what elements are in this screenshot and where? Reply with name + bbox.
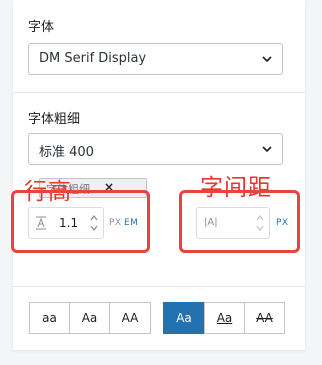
- divider: [13, 92, 305, 93]
- decoration-none-label: Aa: [176, 311, 192, 325]
- strikethrough-label: AA: [256, 311, 273, 325]
- spinner-arrows-icon[interactable]: [255, 212, 265, 234]
- spinner-arrows-icon[interactable]: [89, 212, 99, 234]
- unit-px-toggle[interactable]: PX: [109, 218, 122, 228]
- font-family-label: 字体: [28, 20, 55, 35]
- font-family-select[interactable]: DM Serif Display: [28, 43, 283, 75]
- decoration-none-button[interactable]: Aa: [163, 302, 205, 334]
- letter-spacing-input[interactable]: |A|: [196, 207, 270, 239]
- font-weight-label: 字体粗细: [28, 112, 81, 127]
- chevron-down-icon: [262, 56, 272, 63]
- chevron-down-icon: [262, 146, 272, 153]
- uppercase-label: AA: [121, 311, 139, 325]
- uppercase-button[interactable]: AA: [109, 302, 151, 334]
- lowercase-label: aa: [42, 311, 57, 325]
- line-height-value: 1.1: [59, 216, 79, 230]
- typography-panel: 字体 DM Serif Display 字体粗细 标准 400 字体粗细 × 行…: [11, 0, 305, 350]
- lowercase-button[interactable]: aa: [29, 302, 70, 334]
- underline-button[interactable]: Aa: [204, 302, 245, 334]
- line-height-icon: [36, 216, 46, 230]
- line-height-input[interactable]: 1.1: [28, 207, 104, 239]
- strikethrough-button[interactable]: AA: [244, 302, 285, 334]
- unit-px-toggle[interactable]: PX: [276, 218, 289, 228]
- font-weight-value: 标准 400: [39, 145, 94, 160]
- unit-em-toggle[interactable]: EM: [124, 218, 138, 228]
- underline-label: Aa: [216, 311, 233, 325]
- letter-spacing-icon: |A|: [204, 217, 218, 228]
- font-family-value: DM Serif Display: [39, 51, 147, 66]
- capitalize-button[interactable]: Aa: [69, 302, 110, 334]
- capitalize-label: Aa: [81, 311, 98, 325]
- font-weight-select[interactable]: 标准 400: [28, 133, 283, 165]
- divider: [13, 286, 305, 287]
